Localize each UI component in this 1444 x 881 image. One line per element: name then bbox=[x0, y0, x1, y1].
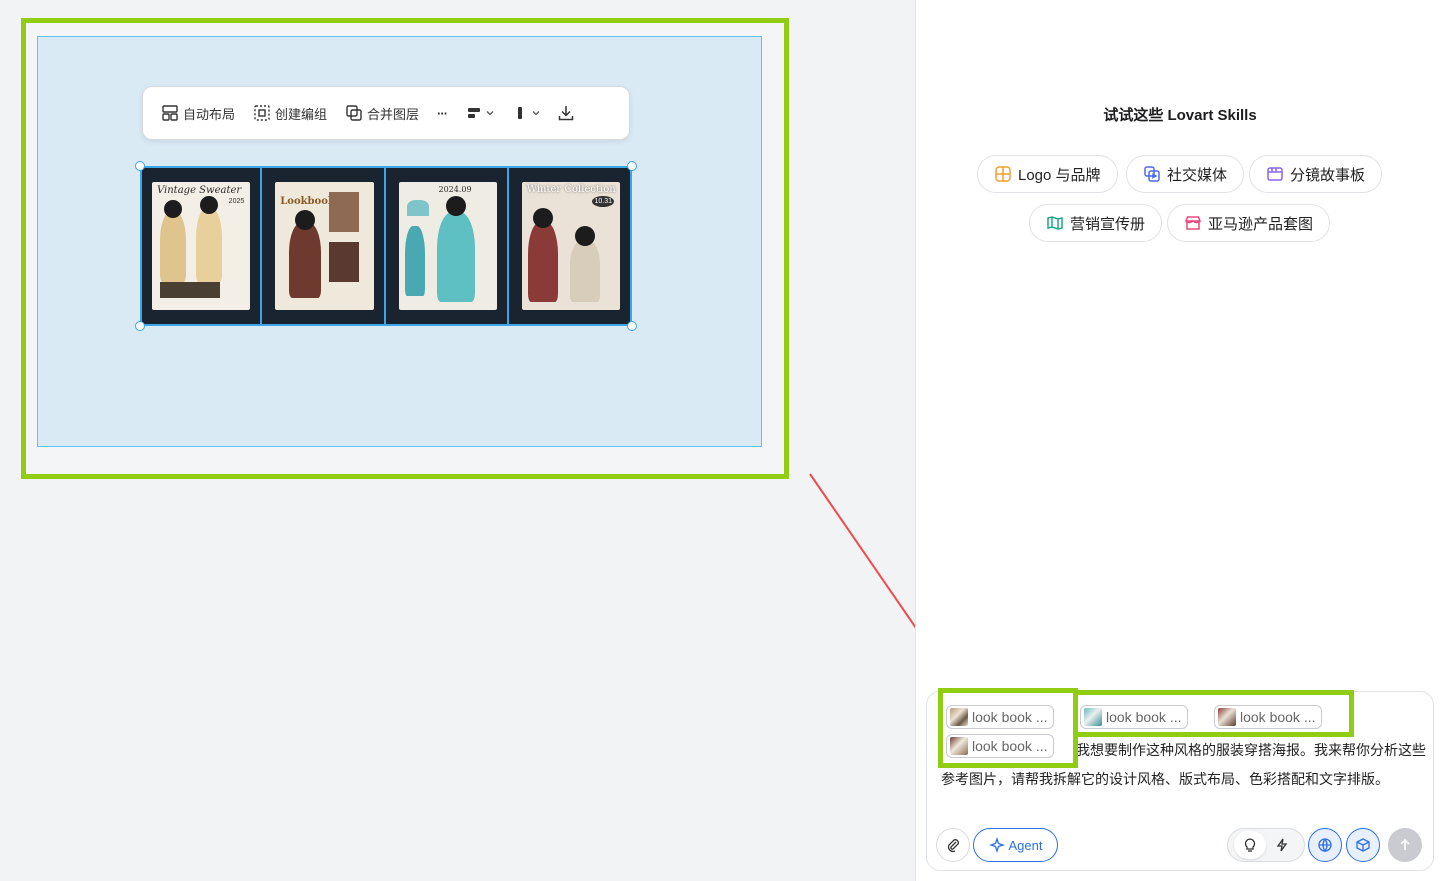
resize-handle-bottom-right[interactable] bbox=[627, 321, 637, 331]
lightning-icon bbox=[1276, 838, 1288, 852]
more-icon: ··· bbox=[437, 105, 448, 121]
merge-layers-label: 合并图层 bbox=[367, 106, 420, 122]
storyboard-icon bbox=[1267, 167, 1283, 181]
create-group-button[interactable]: 创建编组 bbox=[253, 104, 327, 123]
highlight-first-reference bbox=[938, 688, 1078, 768]
chip-label: 分镜故事板 bbox=[1290, 166, 1366, 184]
auto-layout-icon bbox=[162, 105, 178, 121]
chip-label: 亚马逊产品套图 bbox=[1208, 215, 1314, 233]
chip-label: Logo 与品牌 bbox=[1018, 166, 1101, 184]
fast-mode-button[interactable] bbox=[1266, 831, 1298, 859]
mode-switch bbox=[1227, 828, 1305, 862]
agent-toggle[interactable]: Agent bbox=[973, 828, 1058, 862]
arrow-up-icon bbox=[1400, 838, 1410, 850]
resize-handle-bottom-left[interactable] bbox=[135, 321, 145, 331]
chip-amazon-product[interactable]: 亚马逊产品套图 bbox=[1167, 204, 1331, 242]
auto-layout-label: 自动布局 bbox=[183, 106, 236, 122]
chip-label: 营销宣传册 bbox=[1070, 215, 1146, 233]
distribute-dropdown[interactable] bbox=[511, 104, 541, 122]
think-mode-button[interactable] bbox=[1234, 831, 1266, 859]
poster-title: Vintage Sweater bbox=[157, 185, 242, 196]
more-button[interactable]: ··· bbox=[437, 105, 448, 121]
chip-label: 社交媒体 bbox=[1167, 166, 1228, 184]
logo-brand-icon bbox=[995, 166, 1011, 182]
poster-title: Lookbook bbox=[280, 196, 335, 207]
create-group-label: 创建编组 bbox=[275, 106, 328, 122]
poster-knit[interactable]: 2024.09 bbox=[389, 168, 509, 324]
auto-layout-button[interactable]: 自动布局 bbox=[161, 104, 235, 123]
paperclip-icon bbox=[947, 839, 959, 853]
poster-tag: 2025 bbox=[228, 198, 245, 205]
highlight-other-references bbox=[1073, 690, 1354, 737]
resize-handle-top-right[interactable] bbox=[627, 161, 637, 171]
skills-title: 试试这些 Lovart Skills bbox=[1103, 107, 1257, 124]
chat-panel: 试试这些 Lovart Skills Logo 与品牌 社交媒体 分镜故事板 营… bbox=[915, 0, 1444, 881]
distribute-icon bbox=[518, 107, 523, 119]
chip-logo-brand[interactable]: Logo 与品牌 bbox=[977, 155, 1118, 193]
download-icon bbox=[558, 106, 574, 121]
sparkle-icon bbox=[988, 837, 1005, 853]
resize-handle-top-left[interactable] bbox=[135, 161, 145, 171]
design-canvas[interactable]: 自动布局 创建编组 合并图层 ··· Vintage Sweater 2025 … bbox=[0, 0, 946, 881]
web-search-toggle[interactable] bbox=[1308, 828, 1342, 862]
agent-label: Agent bbox=[1008, 837, 1043, 853]
poster-title: 2024.09 bbox=[438, 185, 472, 194]
attach-button[interactable] bbox=[936, 828, 970, 862]
poster-lookbook[interactable]: Lookbook bbox=[265, 168, 386, 324]
poster-vintage-sweater[interactable]: Vintage Sweater 2025 bbox=[142, 168, 263, 324]
send-button[interactable] bbox=[1388, 828, 1422, 862]
lightbulb-icon bbox=[1244, 838, 1256, 852]
chip-social-media[interactable]: 社交媒体 bbox=[1126, 155, 1245, 193]
merge-layers-icon bbox=[346, 105, 362, 121]
chip-storyboard[interactable]: 分镜故事板 bbox=[1249, 155, 1383, 193]
download-button[interactable] bbox=[557, 104, 575, 122]
social-media-icon bbox=[1144, 166, 1160, 182]
brochure-icon bbox=[1047, 216, 1063, 230]
amazon-store-icon bbox=[1184, 216, 1202, 230]
poster-title: Winter Collection bbox=[526, 184, 616, 195]
globe-icon bbox=[1318, 838, 1332, 853]
align-left-icon bbox=[468, 108, 481, 118]
chevron-down-icon bbox=[532, 111, 540, 116]
cube-icon bbox=[1356, 838, 1370, 852]
chevron-down-icon bbox=[486, 111, 494, 116]
merge-layers-button[interactable]: 合并图层 bbox=[345, 104, 419, 123]
poster-winter-collection[interactable]: Winter Collection 10.31 bbox=[512, 168, 630, 324]
chip-brochure[interactable]: 营销宣传册 bbox=[1029, 204, 1163, 242]
selected-image-group[interactable]: Vintage Sweater 2025 Lookbook 2024.09 Wi… bbox=[140, 166, 632, 326]
poster-tag: 10.31 bbox=[592, 196, 614, 207]
selection-toolbar: 自动布局 创建编组 合并图层 ··· bbox=[142, 86, 630, 140]
align-dropdown[interactable] bbox=[465, 104, 495, 122]
group-icon bbox=[254, 105, 270, 121]
3d-toggle[interactable] bbox=[1346, 828, 1380, 862]
